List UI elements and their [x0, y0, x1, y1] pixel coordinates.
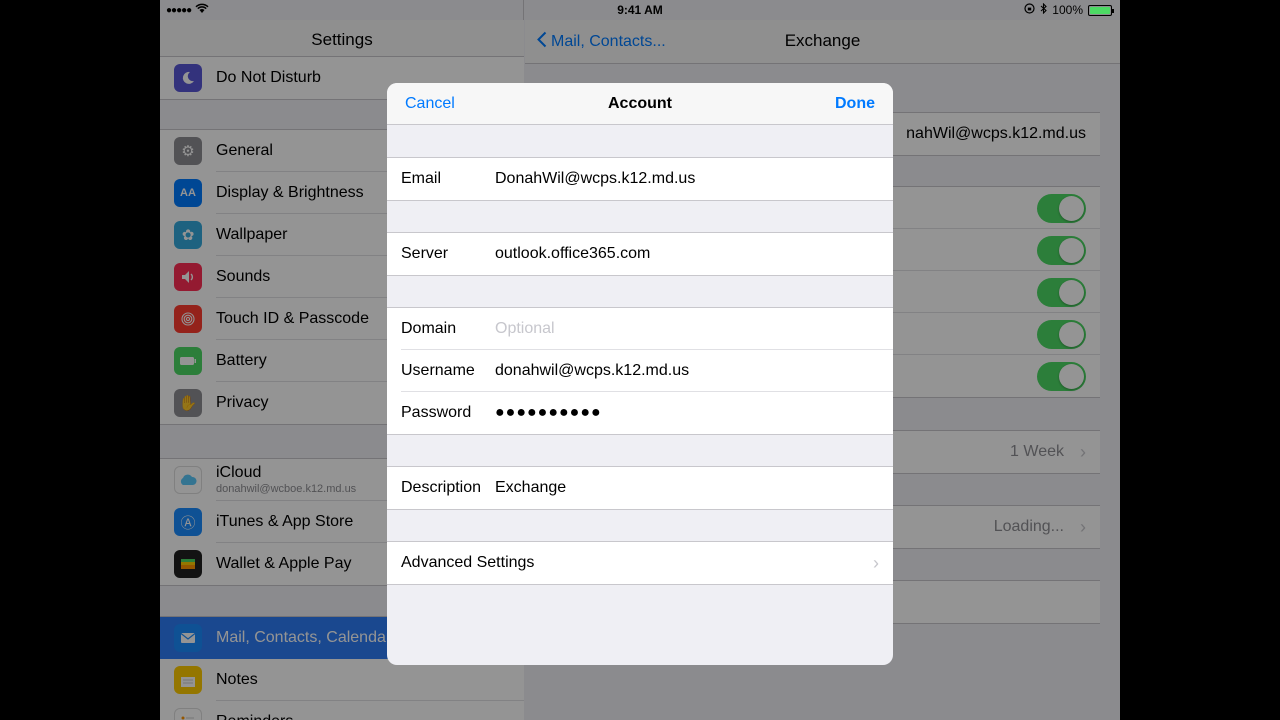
password-field[interactable] — [495, 400, 875, 426]
status-bar: ●●●●● 9:41 AM 100% — [160, 0, 1120, 20]
username-field[interactable] — [495, 358, 875, 384]
email-group: Email — [387, 157, 893, 201]
email-row: Email — [401, 158, 893, 200]
server-label: Server — [401, 245, 449, 262]
password-row: Password — [401, 392, 893, 434]
description-group: Description — [387, 466, 893, 510]
ipad-screen: ●●●●● 9:41 AM 100% Settings Do Not Distu… — [160, 0, 1120, 720]
password-label: Password — [401, 404, 472, 421]
modal-nav-bar: Cancel Account Done — [387, 83, 893, 125]
server-field[interactable] — [495, 241, 875, 267]
modal-title: Account — [608, 95, 672, 112]
description-field[interactable] — [495, 475, 875, 501]
chevron-right-icon: › — [873, 553, 879, 573]
description-label: Description — [401, 479, 482, 496]
battery-percent: 100% — [1052, 3, 1083, 17]
username-label: Username — [401, 362, 475, 379]
credentials-group: Domain Username Password — [387, 307, 893, 435]
advanced-settings-label: Advanced Settings — [401, 554, 535, 571]
status-time: 9:41 AM — [617, 3, 663, 17]
email-field[interactable] — [495, 166, 875, 192]
orientation-lock-icon — [1024, 3, 1035, 17]
battery-icon — [1088, 4, 1114, 16]
domain-label: Domain — [401, 320, 457, 337]
bluetooth-icon — [1040, 2, 1048, 17]
email-label: Email — [401, 170, 442, 187]
done-button[interactable]: Done — [835, 95, 875, 113]
server-row: Server — [401, 233, 893, 275]
advanced-settings-group: Advanced Settings › — [387, 541, 893, 585]
advanced-settings-row[interactable]: Advanced Settings › — [401, 542, 893, 584]
server-group: Server — [387, 232, 893, 276]
domain-field[interactable] — [495, 316, 875, 342]
domain-row: Domain — [401, 308, 893, 350]
account-modal: Cancel Account Done Email Server Domain … — [387, 83, 893, 665]
username-row: Username — [401, 350, 893, 392]
description-row: Description — [401, 467, 893, 509]
